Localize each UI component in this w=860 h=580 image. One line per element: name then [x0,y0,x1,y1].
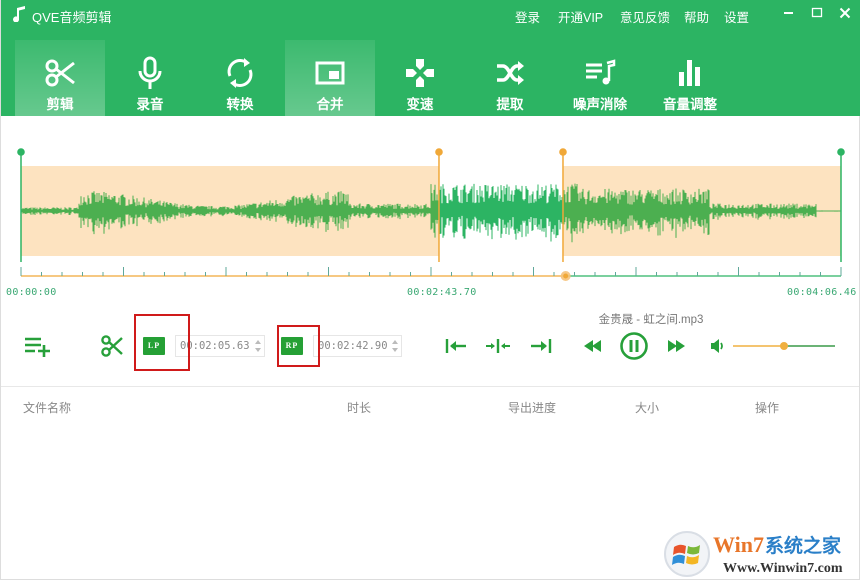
left-point-marker-handle[interactable] [435,148,443,156]
col-size[interactable]: 大小 [635,399,659,416]
playhead-dot [563,273,569,279]
pause-icon[interactable] [619,331,649,361]
tool-label: 提取 [496,97,524,112]
watermark-brand: Win7 [713,532,764,557]
col-duration[interactable]: 时长 [347,399,371,416]
volume-slider[interactable] [731,338,837,354]
merge-window-icon [315,61,345,85]
tool-extract[interactable]: 提取 [465,40,555,116]
current-time-label: 00:02:43.70 [407,287,477,298]
spinner-arrows-icon[interactable] [254,338,262,354]
volume-bars-icon [679,60,700,86]
tool-label: 录音 [136,97,164,112]
tool-label: 音量调整 [663,97,717,112]
windows-logo-icon [664,531,710,577]
center-marker-icon[interactable] [485,336,511,356]
main-toolbar: 剪辑 录音 转换 合并 变速 提取 噪声消除 音量调整 [15,40,735,116]
tool-convert[interactable]: 转换 [195,40,285,116]
volume-slider-knob[interactable] [780,342,788,350]
volume-icon[interactable] [709,338,725,354]
col-actions[interactable]: 操作 [755,399,779,416]
tool-label: 转换 [226,97,254,112]
tool-record[interactable]: 录音 [105,40,195,116]
col-file-name[interactable]: 文件名称 [23,399,71,416]
tool-speed[interactable]: 变速 [375,40,465,116]
col-export-progress[interactable]: 导出进度 [508,399,556,416]
track-start-marker-handle[interactable] [17,148,25,156]
tool-volume[interactable]: 音量调整 [645,40,735,116]
spinner-arrows-icon[interactable] [391,338,399,354]
rewind-icon[interactable] [582,337,604,355]
app-title: QVE音频剪辑 [32,10,112,25]
add-to-list-icon[interactable] [23,335,53,357]
settings-link[interactable]: 设置 [724,7,749,26]
tool-label: 剪辑 [46,97,74,112]
vip-link[interactable]: 开通VIP [558,7,603,26]
left-point-button[interactable]: LP [143,337,165,355]
lp-time-value: 00:02:05.63 [180,340,250,352]
file-list-header: 文件名称 时长 导出进度 大小 操作 [1,386,859,426]
waveform-canvas[interactable] [1,116,860,306]
right-point-button[interactable]: RP [281,337,303,355]
app-window: QVE音频剪辑 登录 开通VIP 意见反馈 帮助 设置 剪辑 录音 转换 合并 … [0,0,860,580]
waveform-area: 00:00:00 00:02:43.70 00:04:06.46 [1,116,860,306]
shuffle-icon [497,61,524,85]
login-link[interactable]: 登录 [515,7,540,26]
watermark-url: Www.Winwin7.com [723,561,843,576]
help-link[interactable]: 帮助 [684,7,709,26]
watermark-logo: Win7 系统之家 Www.Winwin7.com [664,531,843,577]
rp-time-value: 00:02:42.90 [318,340,388,352]
rp-time-input[interactable]: 00:02:42.90 [313,335,402,357]
right-point-marker-handle[interactable] [559,148,567,156]
tool-label: 合并 [316,97,344,112]
tool-denoise[interactable]: 噪声消除 [555,40,645,116]
tool-label: 变速 [406,97,434,112]
waveform-inside-selection [438,183,563,242]
close-icon[interactable] [837,5,853,21]
tool-merge[interactable]: 合并 [285,40,375,116]
music-note-icon [13,6,25,22]
tool-label: 噪声消除 [573,97,627,112]
end-time-label: 00:04:06.46 [787,287,857,298]
jump-to-start-icon[interactable] [444,336,468,356]
header: QVE音频剪辑 登录 开通VIP 意见反馈 帮助 设置 剪辑 录音 转换 合并 … [1,0,860,116]
fast-forward-icon[interactable] [665,337,687,355]
convert-arrows-icon [227,58,253,88]
tool-cut[interactable]: 剪辑 [15,40,105,116]
maximize-icon[interactable] [809,5,825,21]
minimize-icon[interactable] [781,5,797,21]
cut-scissors-icon[interactable] [100,334,124,358]
speed-dpad-icon [406,59,434,87]
svg-text:系统之家: 系统之家 [765,534,842,557]
lp-time-input[interactable]: 00:02:05.63 [175,335,265,357]
feedback-link[interactable]: 意见反馈 [620,7,670,26]
microphone-icon [138,56,162,89]
jump-to-end-icon[interactable] [529,336,553,356]
title-bar: QVE音频剪辑 登录 开通VIP 意见反馈 帮助 设置 [1,0,860,30]
current-file-name: 金贵晟 - 虹之间.mp3 [598,314,704,326]
noise-reduce-icon [586,59,616,85]
scissors-icon [45,59,75,87]
track-end-marker-handle[interactable] [837,148,845,156]
start-time-label: 00:00:00 [6,287,57,298]
